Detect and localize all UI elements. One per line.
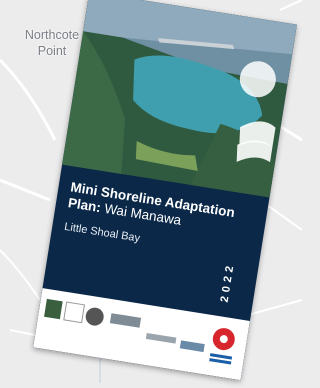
partner-logo-5-icon bbox=[145, 332, 177, 344]
partner-logo-1-icon bbox=[44, 298, 63, 320]
partner-logo-6-icon bbox=[179, 340, 205, 353]
partner-logo-2-icon bbox=[63, 301, 85, 324]
map-place-label-line2: Point bbox=[37, 44, 67, 58]
map-place-label-line1: Northcote bbox=[24, 28, 80, 42]
cover-aerial-photo bbox=[62, 0, 297, 198]
map-place-label: Northcote Point bbox=[16, 27, 88, 59]
cover-year: 2022 bbox=[218, 261, 237, 304]
cover-text-block: Mini Shoreline Adaptation Plan: Wai Mana… bbox=[63, 179, 239, 259]
partner-logo-4-icon bbox=[109, 313, 142, 328]
partner-logo-3-icon bbox=[85, 307, 104, 326]
